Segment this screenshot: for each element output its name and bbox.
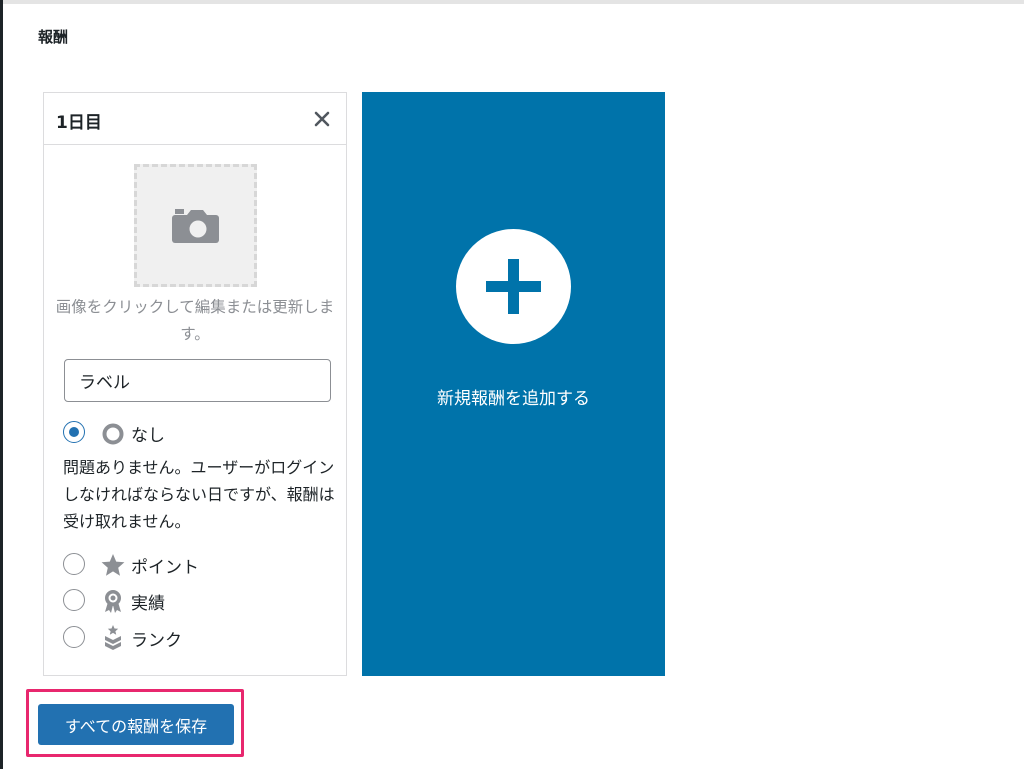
add-circle [456, 229, 571, 344]
radio-none[interactable] [63, 421, 85, 443]
reward-image-placeholder[interactable] [134, 164, 257, 287]
remove-reward-button[interactable] [310, 107, 334, 131]
add-new-reward-card[interactable]: 新規報酬を追加する [362, 92, 665, 676]
camera-icon [172, 209, 219, 243]
section-title: 報酬 [38, 28, 69, 46]
plus-icon [486, 259, 541, 314]
award-icon [105, 590, 121, 613]
add-new-reward-label: 新規報酬を追加する [437, 389, 590, 409]
rank-icon [105, 625, 121, 650]
reward-option-label: 実績 [131, 594, 165, 614]
reward-card-title: 1日目 [56, 113, 102, 133]
radio-achievement[interactable] [63, 589, 85, 611]
save-all-rewards-button[interactable]: すべての報酬を保存 [38, 704, 234, 745]
close-icon [314, 111, 330, 127]
reward-option-label: ランク [131, 631, 182, 651]
reward-description: 問題ありません。ユーザーがログインしなければならない日ですが、報酬は受け取れませ… [63, 458, 335, 531]
reward-option-label: なし [131, 426, 165, 446]
window-frame-left [0, 0, 3, 769]
radio-rank[interactable] [63, 626, 85, 648]
window-frame-top [3, 0, 1024, 4]
reward-option-label: ポイント [131, 558, 199, 578]
reward-card-header: 1日目 [44, 93, 346, 145]
reward-label-input[interactable] [64, 359, 331, 402]
image-edit-hint: 画像をクリックして編集または更新します。 [55, 298, 335, 343]
reward-card-day-1: 1日目 画像をクリックして編集または更新します。 なし 問題ありません。ユーザー… [43, 92, 347, 676]
star-icon [101, 554, 125, 576]
ring-icon [102, 423, 124, 445]
radio-points[interactable] [63, 553, 85, 575]
